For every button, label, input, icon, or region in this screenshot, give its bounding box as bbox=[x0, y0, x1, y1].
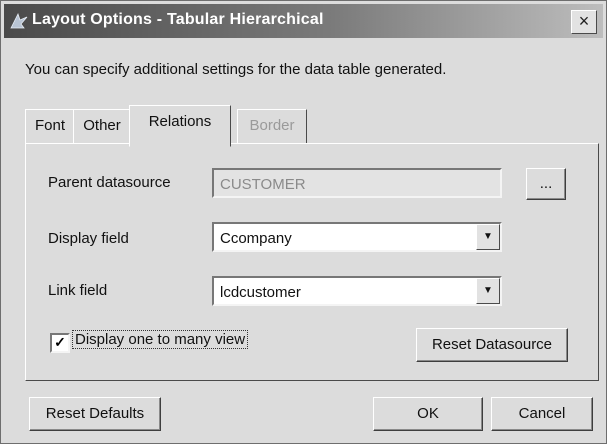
one-to-many-label[interactable]: Display one to many view bbox=[72, 330, 249, 349]
relations-panel: Parent datasource CUSTOMER ... Display f… bbox=[25, 143, 599, 381]
close-icon: × bbox=[578, 11, 590, 31]
tab-relations[interactable]: Relations bbox=[129, 105, 231, 147]
tab-label: Font bbox=[34, 117, 65, 134]
check-icon: ✓ bbox=[54, 334, 66, 350]
tab-border: Border bbox=[237, 109, 307, 145]
cancel-button[interactable]: Cancel bbox=[491, 397, 593, 431]
chevron-down-icon: ▼ bbox=[483, 231, 493, 242]
title-bar[interactable]: Layout Options - Tabular Hierarchical × bbox=[4, 4, 603, 38]
link-field-value: lcdcustomer bbox=[220, 284, 301, 301]
parent-datasource-label: Parent datasource bbox=[48, 174, 171, 191]
cancel-label: Cancel bbox=[518, 405, 566, 422]
tab-label: Border bbox=[249, 117, 295, 134]
parent-datasource-field: CUSTOMER bbox=[212, 168, 502, 198]
app-logo-icon bbox=[10, 12, 28, 29]
display-field-label: Display field bbox=[48, 230, 129, 247]
reset-defaults-button[interactable]: Reset Defaults bbox=[29, 397, 161, 431]
ok-label: OK bbox=[417, 405, 439, 422]
chevron-down-icon: ▼ bbox=[483, 285, 493, 296]
dialog-title: Layout Options - Tabular Hierarchical bbox=[32, 11, 324, 28]
link-field-select[interactable]: lcdcustomer ▼ bbox=[212, 276, 502, 306]
link-field-dropdown-button[interactable]: ▼ bbox=[476, 278, 500, 304]
reset-defaults-label: Reset Defaults bbox=[45, 405, 145, 422]
close-button[interactable]: × bbox=[571, 10, 597, 34]
browse-label: ... bbox=[539, 175, 553, 192]
display-field-dropdown-button[interactable]: ▼ bbox=[476, 224, 500, 250]
layout-options-dialog: Layout Options - Tabular Hierarchical × … bbox=[0, 0, 607, 444]
display-field-value: Ccompany bbox=[220, 230, 292, 247]
tab-font[interactable]: Font bbox=[25, 109, 75, 145]
tab-other[interactable]: Other bbox=[73, 109, 131, 145]
ok-button[interactable]: OK bbox=[373, 397, 483, 431]
reset-datasource-button[interactable]: Reset Datasource bbox=[416, 328, 568, 362]
display-field-select[interactable]: Ccompany ▼ bbox=[212, 222, 502, 252]
one-to-many-checkbox[interactable]: ✓ bbox=[50, 333, 70, 353]
tab-label: Other bbox=[83, 117, 121, 134]
link-field-label: Link field bbox=[48, 282, 108, 299]
parent-datasource-value: CUSTOMER bbox=[220, 176, 306, 193]
reset-datasource-label: Reset Datasource bbox=[431, 336, 553, 353]
dialog-description: You can specify additional settings for … bbox=[25, 61, 447, 78]
browse-datasource-button[interactable]: ... bbox=[526, 168, 566, 200]
tab-label: Relations bbox=[148, 113, 212, 130]
